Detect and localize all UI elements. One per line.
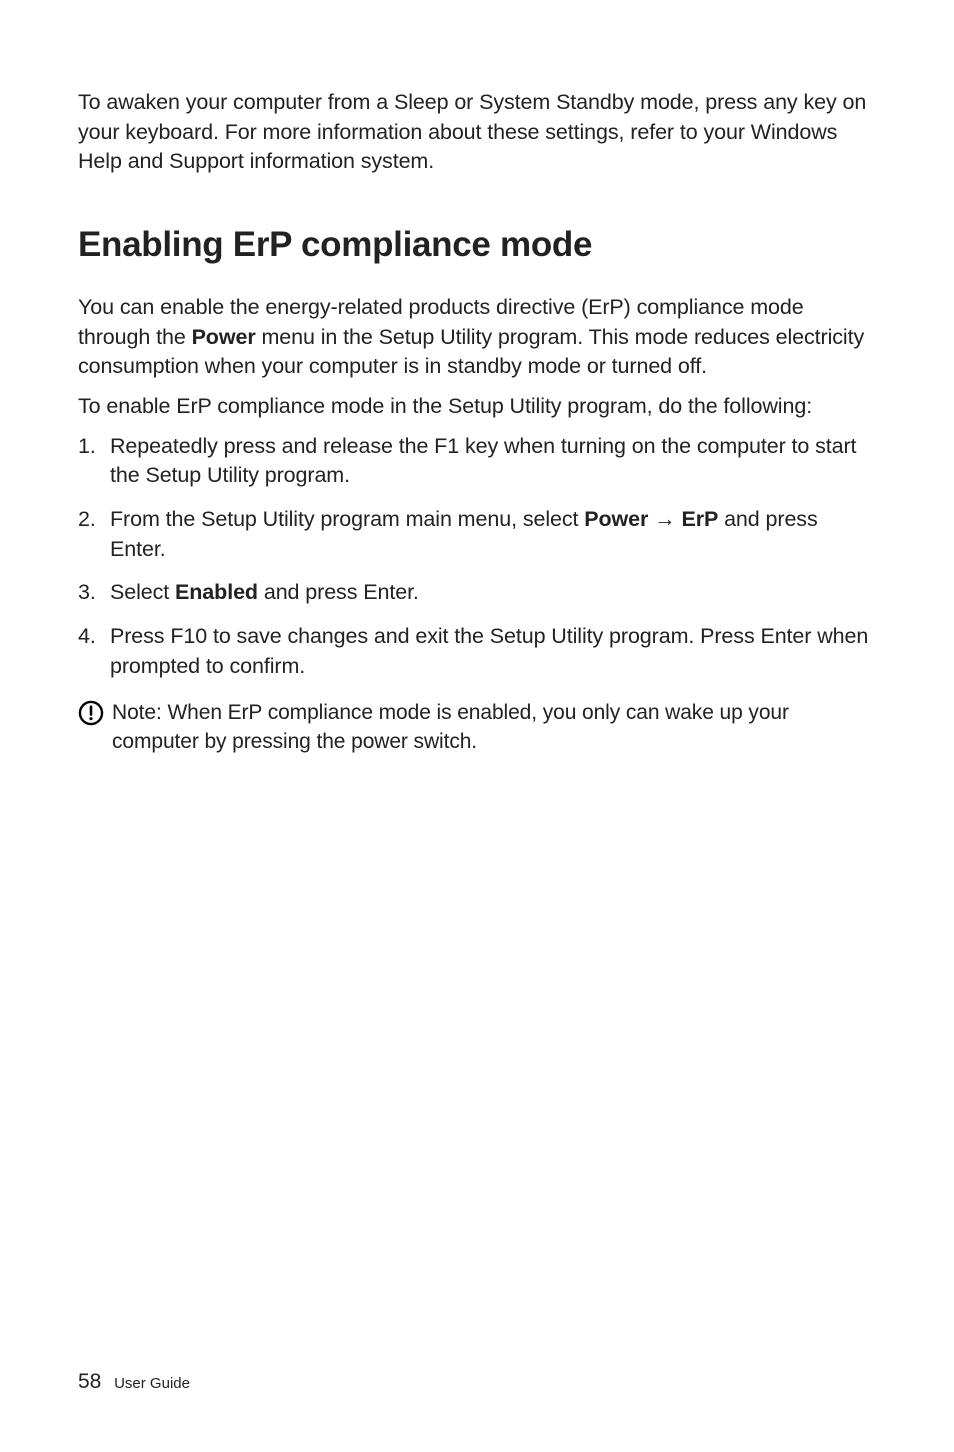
step-4: Press F10 to save changes and exit the S…: [78, 622, 876, 681]
page-number: 58: [78, 1370, 101, 1393]
step-2-pre: From the Setup Utility program main menu…: [110, 507, 584, 531]
note-body: When ErP compliance mode is enabled, you…: [112, 701, 789, 753]
note-text: Note: When ErP compliance mode is enable…: [112, 699, 876, 757]
step-3-enabled-bold: Enabled: [175, 580, 258, 604]
p1-power-bold: Power: [192, 325, 256, 349]
note-label: Note:: [112, 701, 162, 724]
note-block: Note: When ErP compliance mode is enable…: [78, 699, 876, 757]
page-footer: 58 User Guide: [78, 1370, 190, 1394]
erp-description-paragraph: You can enable the energy-related produc…: [78, 293, 876, 382]
step-2: From the Setup Utility program main menu…: [78, 505, 876, 564]
step-2-power-bold: Power: [584, 507, 648, 531]
note-icon-wrap: [78, 699, 112, 731]
step-3-post: and press Enter.: [258, 580, 419, 604]
step-1: Repeatedly press and release the F1 key …: [78, 432, 876, 491]
step-2-erp-bold: ErP: [681, 507, 718, 531]
section-heading: Enabling ErP compliance mode: [78, 225, 876, 265]
intro-paragraph: To awaken your computer from a Sleep or …: [78, 88, 876, 177]
footer-title: User Guide: [114, 1375, 190, 1392]
step-3-pre: Select: [110, 580, 175, 604]
steps-list: Repeatedly press and release the F1 key …: [78, 432, 876, 682]
attention-icon: [78, 700, 104, 726]
step-3: Select Enabled and press Enter.: [78, 578, 876, 608]
step-2-arrow: →: [648, 507, 681, 531]
instructions-lead-paragraph: To enable ErP compliance mode in the Set…: [78, 392, 876, 422]
